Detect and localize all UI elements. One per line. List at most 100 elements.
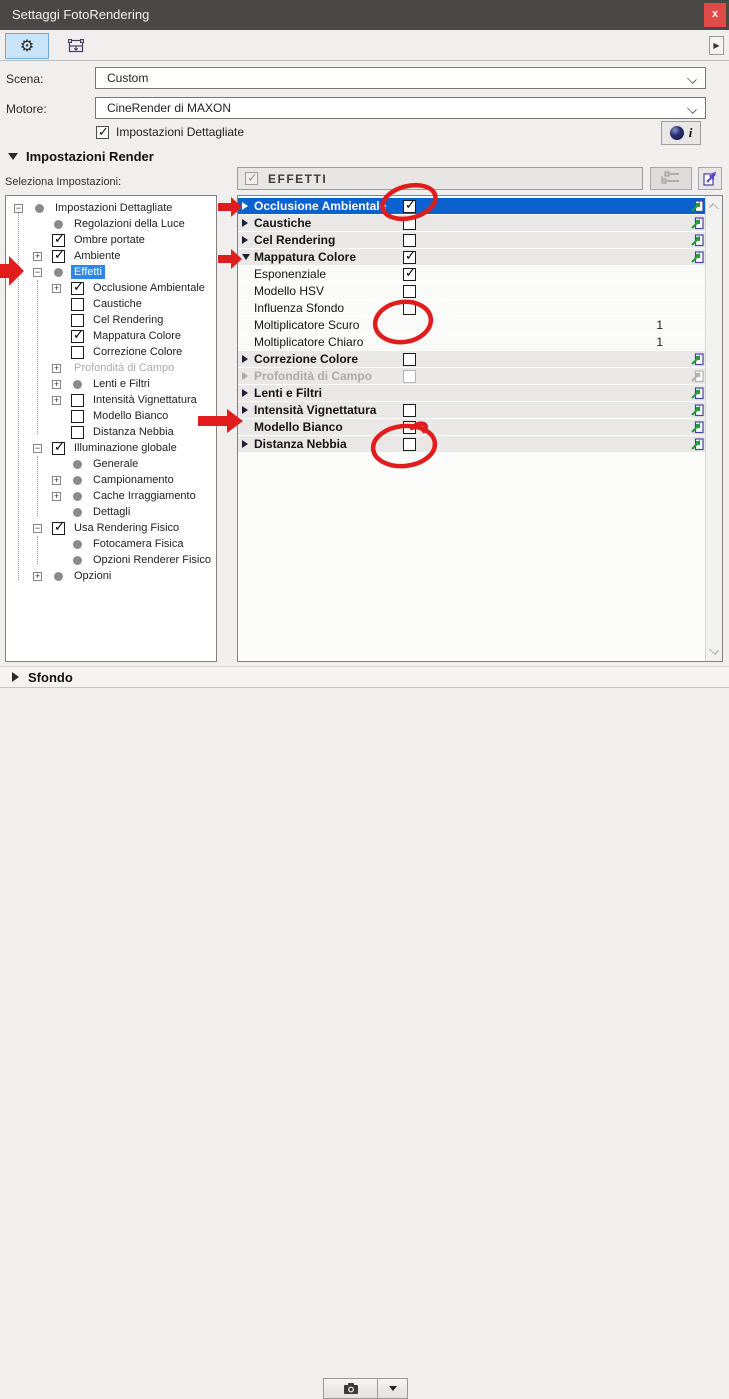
expand-plus-icon[interactable]: +	[52, 476, 61, 485]
import-preset-icon[interactable]	[691, 217, 704, 230]
scroll-down-icon[interactable]	[709, 646, 719, 656]
effect-row-correzione-colore[interactable]: Correzione Colore	[238, 351, 705, 368]
effect-row-occlusione-ambientale[interactable]: Occlusione Ambientale	[238, 198, 705, 215]
motore-select[interactable]: CineRender di MAXON	[95, 97, 706, 119]
expand-plus-icon[interactable]: +	[52, 284, 61, 293]
tab-render-settings[interactable]: ⚙	[5, 33, 49, 59]
effect-row-lenti-e-filtri[interactable]: Lenti e Filtri	[238, 385, 705, 402]
sfondo-section-header[interactable]: Sfondo	[0, 666, 729, 688]
triangle-collapsed-icon[interactable]	[242, 406, 248, 414]
effect-row-profondita-di-campo[interactable]: Profondità di Campo	[238, 368, 705, 385]
toolbar-overflow-button[interactable]: ▶	[709, 36, 724, 55]
collapse-minus-icon[interactable]: −	[14, 204, 23, 213]
effect-row-intensita-vignettatura[interactable]: Intensità Vignettatura	[238, 402, 705, 419]
tree-item-ambiente[interactable]: +Ambiente	[6, 248, 216, 264]
effect-checkbox[interactable]	[403, 302, 416, 315]
tree-item-usa-rendering-fisico[interactable]: −Usa Rendering Fisico	[6, 520, 216, 536]
import-preset-icon[interactable]	[691, 353, 704, 366]
effect-checkbox[interactable]	[403, 234, 416, 247]
expand-plus-icon[interactable]: +	[52, 380, 61, 389]
tree-item-dettagli[interactable]: Dettagli	[6, 504, 216, 520]
tree-checkbox[interactable]	[71, 410, 84, 423]
tree-checkbox[interactable]	[52, 442, 65, 455]
tab-render-size[interactable]	[58, 33, 94, 59]
effect-checkbox[interactable]	[403, 421, 416, 434]
scena-select[interactable]: Custom	[95, 67, 706, 89]
triangle-collapsed-icon[interactable]	[242, 355, 248, 363]
tree-item-cel-rendering[interactable]: Cel Rendering	[6, 312, 216, 328]
scroll-up-icon[interactable]	[709, 201, 719, 211]
collapse-minus-icon[interactable]: −	[33, 268, 42, 277]
tree-item-fotocamera-fisica[interactable]: Fotocamera Fisica	[6, 536, 216, 552]
effect-row-mappatura-colore[interactable]: Mappatura Colore	[238, 249, 705, 266]
tree-item-campionamento[interactable]: +Campionamento	[6, 472, 216, 488]
effect-row-influenza-sfondo[interactable]: Influenza Sfondo	[238, 300, 705, 317]
import-preset-icon[interactable]	[691, 234, 704, 247]
tree-item-generale[interactable]: Generale	[6, 456, 216, 472]
expand-plus-icon[interactable]: +	[52, 396, 61, 405]
triangle-collapsed-icon[interactable]	[242, 440, 248, 448]
tree-item-effetti[interactable]: −Effetti	[6, 264, 216, 280]
tree-view-button[interactable]	[650, 167, 692, 190]
tree-item-mappatura-colore[interactable]: Mappatura Colore	[6, 328, 216, 344]
triangle-collapsed-icon[interactable]	[242, 372, 248, 380]
effect-row-esponenziale[interactable]: Esponenziale	[238, 266, 705, 283]
tree-checkbox[interactable]	[71, 426, 84, 439]
tree-checkbox[interactable]	[71, 298, 84, 311]
effect-row-moltiplicatore-chiaro[interactable]: Moltiplicatore Chiaro1	[238, 334, 705, 351]
import-preset-icon[interactable]	[691, 370, 704, 383]
tree-checkbox[interactable]	[52, 522, 65, 535]
tree-checkbox[interactable]	[71, 282, 84, 295]
triangle-collapsed-icon[interactable]	[242, 219, 248, 227]
expand-plus-icon[interactable]: +	[52, 364, 61, 373]
effect-checkbox[interactable]	[403, 268, 416, 281]
tree-checkbox[interactable]	[71, 314, 84, 327]
triangle-collapsed-icon[interactable]	[242, 202, 248, 210]
effect-row-modello-hsv[interactable]: Modello HSV	[238, 283, 705, 300]
render-options-dropdown[interactable]	[377, 1378, 408, 1399]
effect-row-caustiche[interactable]: Caustiche	[238, 215, 705, 232]
collapse-minus-icon[interactable]: −	[33, 444, 42, 453]
expand-plus-icon[interactable]: +	[33, 572, 42, 581]
import-preset-icon[interactable]	[691, 387, 704, 400]
tree-item-profondita-di-campo[interactable]: +Profondità di Campo	[6, 360, 216, 376]
tree-checkbox[interactable]	[52, 250, 65, 263]
effect-value[interactable]: 1	[238, 335, 663, 349]
expand-plus-icon[interactable]: +	[33, 252, 42, 261]
close-icon[interactable]: x	[704, 3, 726, 27]
effect-checkbox[interactable]	[403, 217, 416, 230]
effect-checkbox[interactable]	[403, 200, 416, 213]
effects-scrollbar[interactable]	[705, 196, 722, 661]
import-preset-icon[interactable]	[691, 404, 704, 417]
tree-checkbox[interactable]	[52, 234, 65, 247]
triangle-collapsed-icon[interactable]	[242, 236, 248, 244]
effect-checkbox[interactable]	[403, 251, 416, 264]
triangle-expanded-icon[interactable]	[242, 254, 250, 260]
collapse-minus-icon[interactable]: −	[33, 524, 42, 533]
effect-row-modello-bianco[interactable]: Modello Bianco	[238, 419, 705, 436]
import-preset-icon[interactable]	[691, 200, 704, 213]
detailed-settings-checkbox[interactable]	[96, 126, 109, 139]
import-preset-icon[interactable]	[691, 421, 704, 434]
effect-row-cel-rendering[interactable]: Cel Rendering	[238, 232, 705, 249]
render-settings-section-header[interactable]: Impostazioni Render	[8, 149, 154, 164]
tree-item-regolazioni-della-luce[interactable]: Regolazioni della Luce	[6, 216, 216, 232]
tree-item-lenti-e-filtri[interactable]: +Lenti e Filtri	[6, 376, 216, 392]
tree-checkbox[interactable]	[71, 330, 84, 343]
tree-item-modello-bianco[interactable]: Modello Bianco	[6, 408, 216, 424]
tree-item-illuminazione-globale[interactable]: −Illuminazione globale	[6, 440, 216, 456]
effect-checkbox[interactable]	[403, 438, 416, 451]
tree-item-cache-irraggiamento[interactable]: +Cache Irraggiamento	[6, 488, 216, 504]
tree-checkbox[interactable]	[71, 346, 84, 359]
render-camera-button[interactable]	[323, 1378, 378, 1399]
open-settings-dialog-button[interactable]	[698, 167, 722, 190]
effect-value[interactable]: 1	[238, 318, 663, 332]
engine-info-button[interactable]: i	[661, 121, 701, 145]
tree-item-opzioni[interactable]: +Opzioni	[6, 568, 216, 584]
expand-plus-icon[interactable]: +	[52, 492, 61, 501]
tree-item-distanza-nebbia[interactable]: Distanza Nebbia	[6, 424, 216, 440]
effect-row-distanza-nebbia[interactable]: Distanza Nebbia	[238, 436, 705, 453]
effect-checkbox[interactable]	[403, 285, 416, 298]
tree-item-opzioni-renderer-fisico[interactable]: Opzioni Renderer Fisico	[6, 552, 216, 568]
tree-item-impostazioni-dettagliate[interactable]: −Impostazioni Dettagliate	[6, 200, 216, 216]
